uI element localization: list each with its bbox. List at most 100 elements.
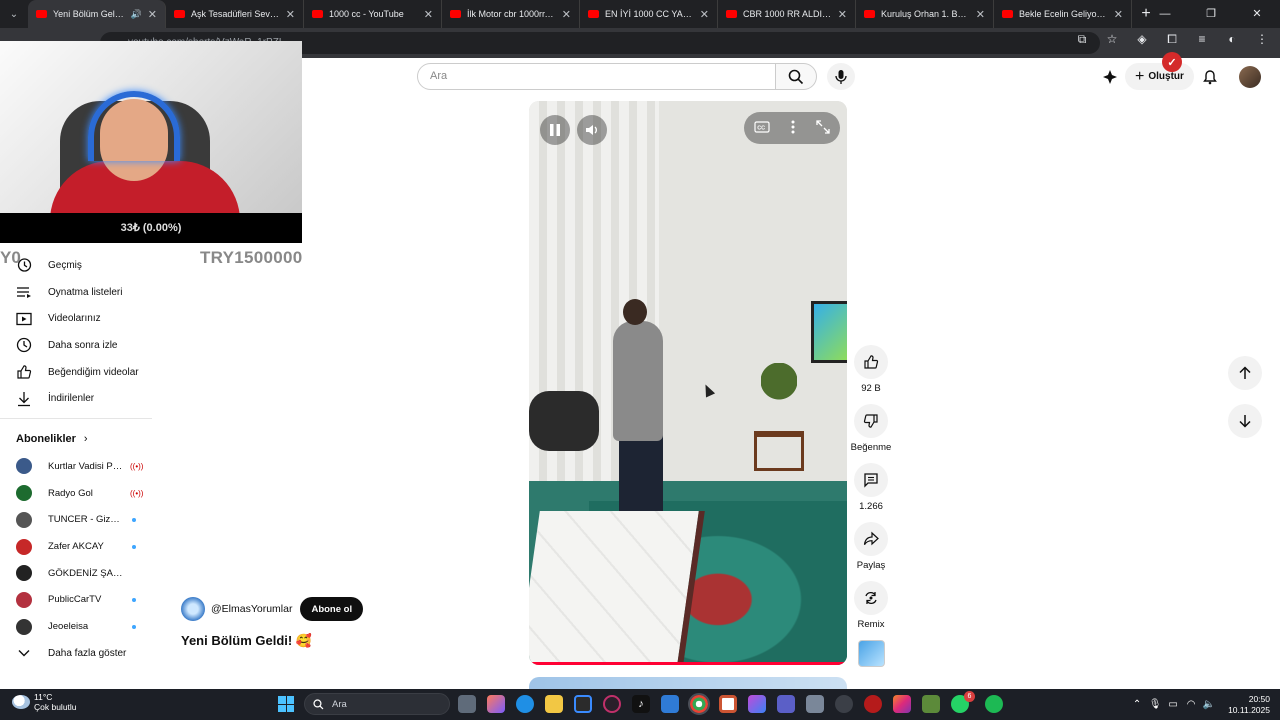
tab-close-icon[interactable]: ✕	[148, 8, 157, 21]
edge-icon[interactable]	[516, 695, 534, 713]
donation-bar: 33₺ (0.00%)	[0, 213, 302, 243]
subscription-item[interactable]: PublicCarTV	[0, 587, 156, 614]
account-avatar[interactable]	[1239, 66, 1261, 88]
tab-close-icon[interactable]: ✕	[700, 8, 709, 21]
search-input[interactable]: Ara	[417, 63, 777, 90]
volume-button[interactable]	[577, 115, 607, 145]
bookmark-star-icon[interactable]: ☆	[1102, 32, 1122, 47]
file-explorer-icon[interactable]	[545, 695, 563, 713]
browser-tab[interactable]: Aşk Tesadüfleri Sever 2 | N ✕	[166, 0, 304, 28]
outlook-icon[interactable]	[661, 695, 679, 713]
install-app-icon[interactable]: ⧉	[1072, 32, 1092, 47]
paint-icon[interactable]	[719, 695, 737, 713]
sidebar-item-playlists[interactable]: Oynatma listeleri	[0, 279, 156, 306]
profile-icon[interactable]: ◐	[1222, 32, 1242, 47]
next-short-button[interactable]	[1228, 404, 1262, 438]
chevron-up-icon[interactable]: ⌃	[1128, 699, 1146, 710]
studio-sparkle-icon[interactable]	[1099, 66, 1121, 88]
spotify-icon[interactable]	[985, 695, 1003, 713]
tab-close-icon[interactable]: ✕	[424, 8, 433, 21]
m365-icon[interactable]	[748, 695, 766, 713]
sidebar-item-downloads[interactable]: İndirilenler	[0, 385, 156, 412]
speaker-icon[interactable]: 🔈	[1200, 699, 1218, 710]
subscription-item[interactable]: GÖKDENİZ ŞAHİN	[0, 560, 156, 587]
sidebar-item-history[interactable]: Geçmiş	[0, 252, 156, 279]
browser-tab[interactable]: İlk Motor cbr 1000rr,ilk Sü ✕	[442, 0, 580, 28]
like-button[interactable]: 92 B	[848, 345, 894, 394]
captions-icon[interactable]: CC	[754, 120, 770, 136]
teams-icon[interactable]	[777, 695, 795, 713]
create-button[interactable]: + Oluştur	[1125, 63, 1194, 90]
wifi-icon[interactable]: ◠	[1182, 699, 1200, 710]
browser-tab[interactable]: CBR 1000 RR ALDIK | İLK ✕	[718, 0, 856, 28]
sidebar-item-liked-videos[interactable]: Beğendiğim videolar	[0, 359, 156, 386]
tab-close-icon[interactable]: ✕	[838, 8, 847, 21]
subscription-item[interactable]: Zafer AKCAY	[0, 533, 156, 560]
donation-goal-start: Y0	[0, 248, 21, 267]
video-scene-person-standing	[613, 299, 663, 441]
store-icon[interactable]	[574, 695, 592, 713]
minecraft-icon[interactable]	[922, 695, 940, 713]
restore-icon[interactable]: ❐	[1188, 0, 1234, 28]
microphone-icon[interactable]: 🎙	[1146, 699, 1164, 710]
browser-tab[interactable]: 1000 cc - YouTube ✕	[304, 0, 442, 28]
more-options-icon[interactable]	[791, 120, 795, 137]
opera-icon[interactable]	[603, 695, 621, 713]
weather-widget[interactable]: 11°C Çok bulutlu	[12, 692, 77, 712]
channel-name[interactable]: @ElmasYorumlar	[211, 603, 292, 615]
tab-close-icon[interactable]: ✕	[1114, 8, 1123, 21]
clock[interactable]: 20:50 10.11.2025	[1218, 694, 1280, 716]
puzzle-extensions-icon[interactable]: ⧠	[1162, 32, 1182, 47]
browser-tab[interactable]: EN İYİ 1000 CC YARIŞ MO ✕	[580, 0, 718, 28]
tab-close-icon[interactable]: ✕	[562, 8, 571, 21]
remix-button[interactable]: Remix	[848, 581, 894, 630]
subscriptions-header[interactable]: Abonelikler ›	[0, 425, 156, 453]
subscription-item[interactable]: Kurtlar Vadisi Pu... ((•))	[0, 453, 156, 480]
channel-avatar[interactable]	[181, 597, 205, 621]
shorts-video-player[interactable]: CC	[529, 101, 847, 665]
taskbar-search-input[interactable]: Ara	[304, 693, 450, 715]
browser-menu-icon[interactable]: ⋮	[1252, 32, 1272, 47]
tab-close-icon[interactable]: ✕	[286, 8, 295, 21]
voice-search-button[interactable]	[827, 63, 855, 90]
comments-button[interactable]: 1.266	[848, 463, 894, 512]
close-window-icon[interactable]: ✕	[1234, 0, 1280, 28]
subscription-name: PublicCarTV	[48, 594, 102, 606]
pause-button[interactable]	[540, 115, 570, 145]
dislike-button[interactable]: Beğenme	[848, 404, 894, 453]
browser-tab[interactable]: Kuruluş Orhan 1. Bölüm @ ✕	[856, 0, 994, 28]
previous-short-button[interactable]	[1228, 356, 1262, 390]
notifications-bell-icon[interactable]	[1199, 66, 1221, 88]
task-view-icon[interactable]	[458, 695, 476, 713]
search-button[interactable]	[775, 63, 817, 90]
show-more-button[interactable]: Daha fazla göster	[0, 640, 156, 667]
video-progress-bar[interactable]	[529, 662, 847, 665]
subscribe-button[interactable]: Abone ol	[300, 597, 364, 621]
tiktok-icon[interactable]: ♪	[632, 695, 650, 713]
remote-desktop-icon[interactable]	[806, 695, 824, 713]
subscription-item[interactable]: Radyo Gol ((•))	[0, 480, 156, 507]
subscription-item[interactable]: TUNCER - Gizem...	[0, 507, 156, 534]
minimize-icon[interactable]: —	[1142, 0, 1188, 28]
tab-close-icon[interactable]: ✕	[976, 8, 985, 21]
tab-search-dropdown-icon[interactable]: ⌄	[0, 0, 28, 28]
media-control-icon[interactable]: ≡	[1192, 32, 1212, 47]
steam-icon[interactable]	[835, 695, 853, 713]
extension-icon[interactable]: ◈	[1132, 32, 1152, 47]
copilot-icon[interactable]	[487, 695, 505, 713]
chrome-icon[interactable]	[688, 693, 710, 715]
subscription-item[interactable]: Jeoeleisa	[0, 613, 156, 640]
sound-thumbnail[interactable]	[858, 640, 885, 667]
red-app-icon[interactable]	[864, 695, 882, 713]
share-button[interactable]: Paylaş	[848, 522, 894, 571]
display-icon[interactable]: ▭	[1164, 699, 1182, 710]
browser-tab[interactable]: Bekle Ecelin Geliyo, Bekle ✕	[994, 0, 1132, 28]
windows-start-icon[interactable]	[278, 696, 294, 712]
tab-audio-icon[interactable]: 🔊	[131, 9, 142, 20]
fullscreen-icon[interactable]	[815, 119, 830, 137]
sidebar-item-watch-later[interactable]: Daha sonra izle	[0, 332, 156, 359]
browser-tab-active[interactable]: Yeni Bölüm Geldi! 🥰 🔊 ✕	[28, 0, 166, 28]
sidebar-item-your-videos[interactable]: Videolarınız	[0, 305, 156, 332]
next-short-preview[interactable]	[529, 677, 847, 689]
instagram-icon[interactable]	[893, 695, 911, 713]
